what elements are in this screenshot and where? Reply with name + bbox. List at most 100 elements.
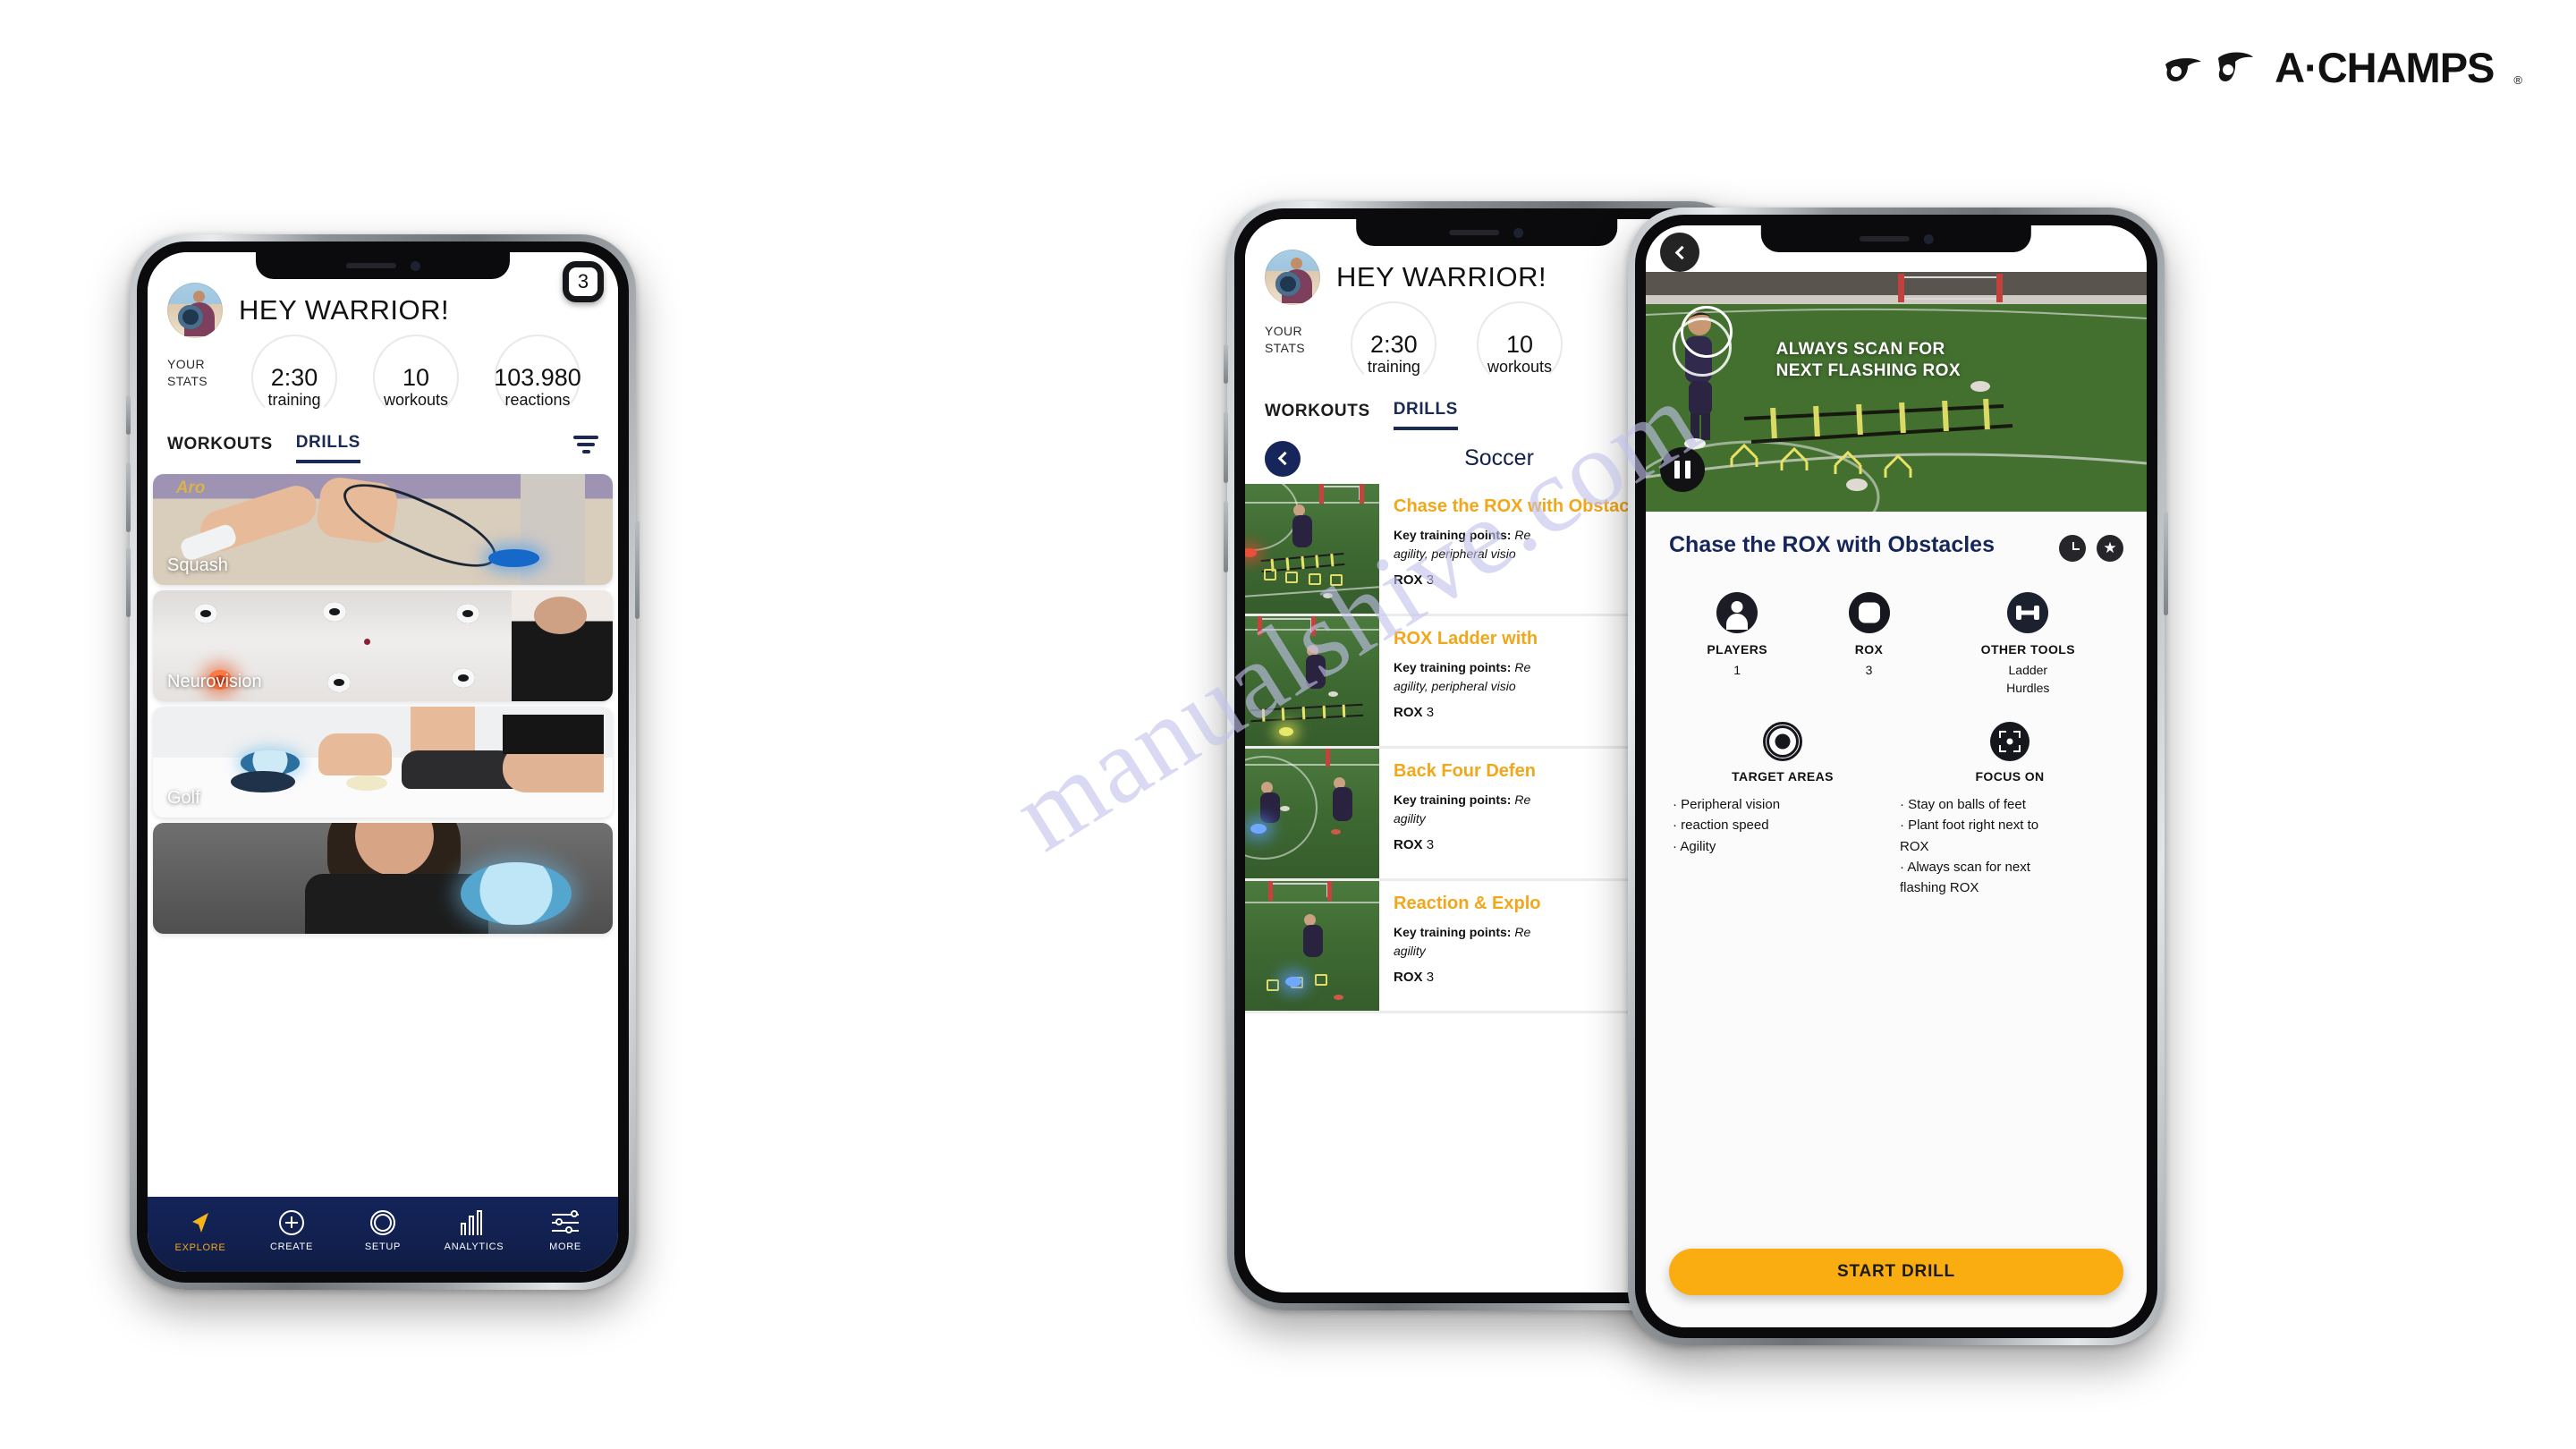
stat-value: 2:30 [1370,331,1418,359]
stat-training: 2:30 training [1331,301,1457,388]
phone1-volume-up-button[interactable] [126,462,131,532]
stats-label-line1: YOUR [1265,324,1303,338]
tab-workouts[interactable]: WORKOUTS [167,435,273,462]
panel-list: · Stay on balls of feet · Plant foot rig… [1896,794,2123,898]
phone-device-home: 3 HEY WARRIOR! YOUR STATS 2:30 training … [126,234,640,1290]
tab-bar: WORKOUTS DRILLS [167,433,598,465]
front-camera [1513,227,1524,238]
list-item: · Always scan for next [1900,859,2030,875]
drill-card-squash[interactable]: Aro Squash [153,473,613,585]
phone2-volume-up-button[interactable] [1224,411,1228,483]
ktp-value: Re [1514,527,1531,542]
spec-value: 3 [1865,663,1873,677]
rox-label: ROX [1394,969,1423,985]
nav-item-explore[interactable]: EXPLORE [157,1209,244,1253]
aro-watermark: Aro [175,478,206,497]
ktp-label: Key training points: [1394,792,1512,807]
nav-label: CREATE [269,1241,313,1252]
drill-card-neurovision[interactable]: Neurovision [153,589,613,701]
page-title: HEY WARRIOR! [1336,261,1547,292]
nav-label: MORE [549,1241,581,1252]
dumbbell-icon [2007,592,2049,633]
stat-training: 2:30 training [233,335,355,421]
phone1-volume-down-button[interactable] [126,547,131,617]
panel-label: TARGET AREAS [1732,769,1834,784]
ktp-value: Re [1514,659,1531,674]
list-item: ROX [1900,838,1929,854]
drill-card-golf[interactable]: Golf [153,706,613,818]
list-item: · Plant foot right next to [1900,818,2039,834]
list-item: · Peripheral vision [1673,797,1781,813]
phone3-power-button[interactable] [2164,512,2168,615]
stat-workouts: 10 workouts [1457,301,1583,388]
spec-row: PLAYERS 1 ROX 3 OTHER TOOLS Ladder Hurdl… [1669,592,2123,697]
stat-caption: training [1367,357,1420,376]
stat-workouts: 10 workouts [355,335,477,421]
rox-label: ROX [1394,704,1423,720]
phone1-mute-button[interactable] [126,395,131,435]
brand-name: A·CHAMPS [2275,44,2495,91]
drill-detail-panel: Chase the ROX with Obstacles PLAYERS 1 [1646,512,2147,1327]
notification-badge[interactable]: 3 [563,261,604,302]
plus-circle-icon [278,1209,304,1235]
pause-button[interactable] [1660,447,1705,492]
drill-video-player[interactable]: ALWAYS SCAN FOR NEXT FLASHING ROX [1646,272,2147,512]
back-button[interactable] [1660,233,1699,272]
avatar[interactable] [167,283,223,338]
stat-caption: reactions [504,390,571,409]
spec-value-line1: Ladder [2008,663,2048,677]
video-frame-graphic [1646,272,2147,512]
bar-chart-icon [460,1209,487,1235]
drill-thumbnail [1245,483,1379,614]
stat-value: 10 [1505,331,1534,359]
bottom-navigation: EXPLORE CREATE SETUP ANALYTICS MORE [148,1195,618,1272]
avatar[interactable] [1265,250,1320,305]
drill-thumbnail [1245,880,1379,1011]
rox-value: 3 [1426,836,1435,852]
focus-icon [1990,722,2029,762]
panel-row: TARGET AREAS · Peripheral vision · react… [1669,722,2123,898]
ring-icon [369,1209,395,1235]
back-button[interactable] [1265,440,1301,477]
filter-icon[interactable] [573,435,598,461]
stats-label: YOUR STATS [1265,323,1331,380]
earpiece-speaker [345,263,396,268]
list-item: · Stay on balls of feet [1900,797,2026,813]
nav-item-more[interactable]: MORE [522,1209,609,1252]
phone1-power-button[interactable] [635,521,640,619]
phone1-header: HEY WARRIOR! YOUR STATS 2:30 training 10… [148,252,618,465]
rox-value: 3 [1426,969,1435,985]
stat-value: 10 [402,364,430,392]
stats-row: YOUR STATS 2:30 training 10 workouts [167,335,598,421]
start-drill-button[interactable]: START DRILL [1669,1249,2123,1295]
navigation-arrow-icon [187,1209,214,1236]
nav-item-setup[interactable]: SETUP [340,1209,427,1252]
star-icon[interactable] [2097,535,2123,562]
rox-device [461,862,572,925]
nav-item-create[interactable]: CREATE [249,1209,335,1252]
stat-value: 2:30 [270,364,318,392]
drill-card-partial[interactable] [153,822,613,934]
clock-icon[interactable] [2059,535,2086,562]
drill-thumbnail [1245,615,1379,746]
video-overlay-line1: ALWAYS SCAN FOR [1775,340,1945,360]
tab-drills[interactable]: DRILLS [295,433,360,463]
phone1-notch [255,252,511,279]
spec-players: PLAYERS 1 [1669,592,1805,697]
chevron-left-icon [1674,245,1689,259]
nav-label: SETUP [364,1241,402,1252]
tab-drills[interactable]: DRILLS [1393,400,1458,430]
stats-label: YOUR STATS [167,356,233,413]
detail-title-row: Chase the ROX with Obstacles [1669,531,2123,562]
nav-item-analytics[interactable]: ANALYTICS [431,1209,518,1252]
detail-actions [2059,531,2123,562]
rox-icon [1848,592,1890,633]
phone2-mute-button[interactable] [1224,344,1228,384]
drill-card-list: Aro Squash Neurovision Golf [148,473,618,934]
stats-label-line2: STATS [1265,340,1306,355]
phone2-volume-down-button[interactable] [1224,501,1228,572]
rox-device [231,770,296,793]
registered-mark: ® [2513,73,2522,87]
tab-workouts[interactable]: WORKOUTS [1265,402,1370,428]
video-overlay-text: ALWAYS SCAN FOR NEXT FLASHING ROX [1776,339,1961,382]
